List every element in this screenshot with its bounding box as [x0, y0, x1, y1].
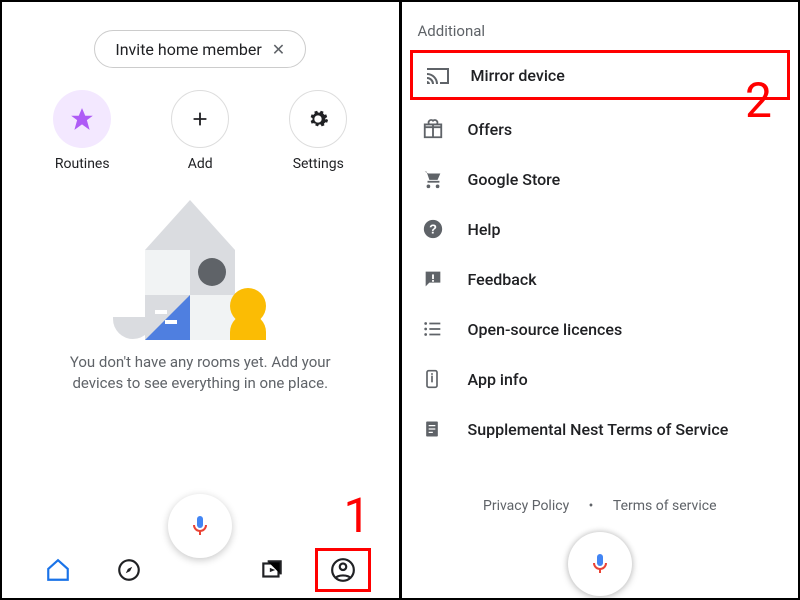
- annotation-step-2: 2: [745, 72, 772, 129]
- bottom-navigation: [2, 542, 399, 598]
- plus-icon: [171, 90, 229, 148]
- offers-label: Offers: [468, 120, 513, 139]
- mirror-device-item[interactable]: Mirror device: [413, 53, 788, 97]
- empty-state-message: You don't have any rooms yet. Add your d…: [50, 352, 350, 394]
- mirror-device-highlight: Mirror device: [410, 50, 791, 100]
- gift-icon: [422, 118, 446, 140]
- empty-state-illustration: [95, 200, 305, 340]
- help-item[interactable]: ? Help: [402, 204, 799, 254]
- licences-item[interactable]: Open-source licences: [402, 304, 799, 354]
- nest-terms-label: Supplemental Nest Terms of Service: [468, 420, 729, 439]
- settings-label: Settings: [278, 156, 358, 172]
- person-icon: [330, 557, 356, 583]
- help-icon: ?: [422, 218, 446, 240]
- compass-icon: [116, 557, 142, 583]
- discover-tab[interactable]: [116, 557, 142, 583]
- help-label: Help: [468, 220, 501, 239]
- account-tab-highlight: [315, 548, 371, 592]
- home-screen: Invite home member ✕ Routines Add Set: [2, 2, 402, 598]
- list-icon: [422, 318, 446, 340]
- app-info-label: App info: [468, 370, 528, 389]
- routines-action[interactable]: Routines: [42, 90, 122, 172]
- media-icon: [259, 557, 285, 583]
- nest-terms-item[interactable]: Supplemental Nest Terms of Service: [402, 404, 799, 454]
- feedback-item[interactable]: Feedback: [402, 254, 799, 304]
- google-store-item[interactable]: Google Store: [402, 154, 799, 204]
- close-icon[interactable]: ✕: [272, 40, 285, 59]
- feedback-label: Feedback: [468, 270, 537, 289]
- app-info-item[interactable]: App info: [402, 354, 799, 404]
- cast-icon: [425, 63, 449, 87]
- privacy-link[interactable]: Privacy Policy: [483, 498, 569, 514]
- mic-icon: [188, 514, 212, 538]
- mic-icon: [588, 552, 612, 576]
- home-icon: [45, 557, 71, 583]
- routines-label: Routines: [42, 156, 122, 172]
- licences-label: Open-source licences: [468, 320, 623, 339]
- feedback-icon: [422, 268, 446, 290]
- footer-links: Privacy Policy • Terms of service: [402, 498, 799, 514]
- info-icon: [422, 368, 446, 390]
- home-tab[interactable]: [45, 557, 71, 583]
- invite-label: Invite home member: [115, 40, 261, 59]
- invite-home-member-chip[interactable]: Invite home member ✕: [94, 30, 306, 68]
- mirror-device-label: Mirror device: [471, 66, 565, 85]
- routines-icon: [53, 90, 111, 148]
- section-heading-additional: Additional: [418, 22, 783, 40]
- media-tab[interactable]: [259, 557, 285, 583]
- document-icon: [422, 418, 446, 440]
- account-tab[interactable]: [330, 557, 356, 583]
- store-label: Google Store: [468, 170, 561, 189]
- add-action[interactable]: Add: [160, 90, 240, 172]
- annotation-step-1: 1: [344, 487, 371, 544]
- terms-link[interactable]: Terms of service: [613, 498, 717, 514]
- tutorial-two-panes: Invite home member ✕ Routines Add Set: [0, 0, 800, 600]
- voice-assistant-button[interactable]: [568, 532, 632, 596]
- settings-action[interactable]: Settings: [278, 90, 358, 172]
- svg-text:?: ?: [429, 222, 437, 237]
- cart-icon: [422, 168, 446, 190]
- offers-item[interactable]: Offers: [402, 104, 799, 154]
- add-label: Add: [160, 156, 240, 172]
- gear-icon: [289, 90, 347, 148]
- account-additional-menu: Additional Mirror device Offers Google S…: [402, 2, 799, 598]
- quick-actions-row: Routines Add Settings: [2, 90, 399, 172]
